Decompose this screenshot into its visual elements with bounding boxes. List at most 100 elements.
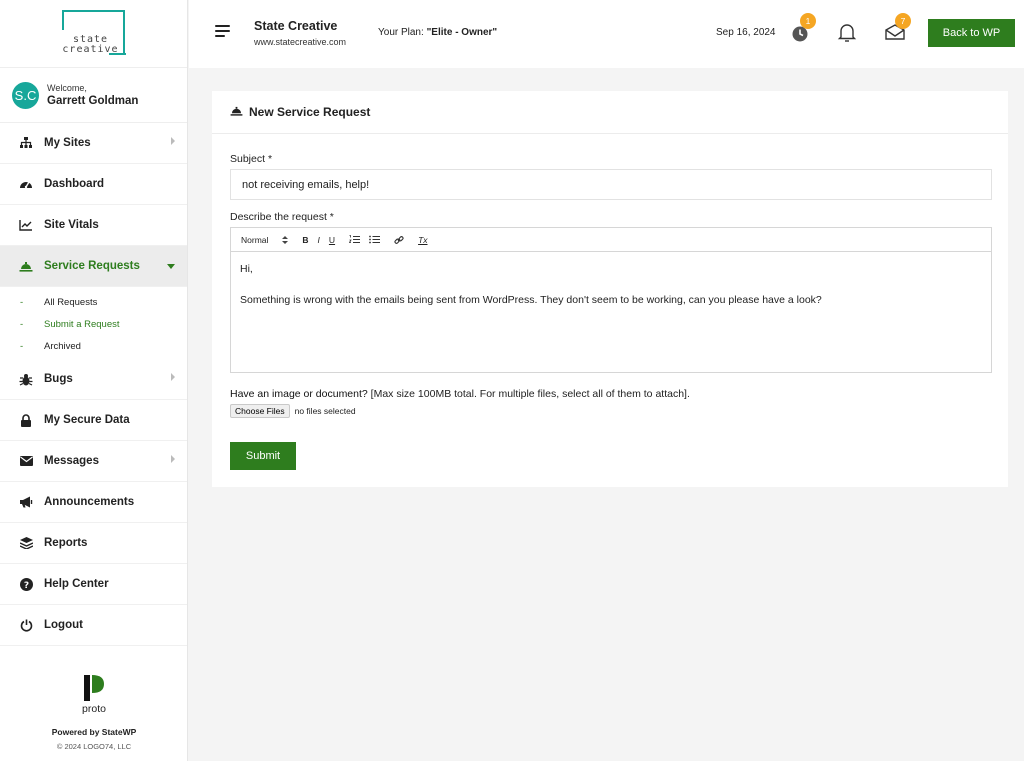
select-arrows-icon [282,235,289,244]
choose-files-button[interactable]: Choose Files [230,404,290,418]
sidebar-item-label: Bugs [44,373,73,385]
layers-icon [18,535,34,551]
sidebar-item-dashboard[interactable]: Dashboard [0,164,187,205]
sidebar-item-label: Logout [44,619,83,631]
service-requests-submenu: - All Requests - Submit a Request - Arch… [0,287,187,359]
concierge-bell-icon [230,105,243,119]
attachment-hint: [Max size 100MB total. For multiple file… [367,388,690,400]
plan-label: Your Plan: [378,27,427,38]
sidebar-item-announcements[interactable]: Announcements [0,482,187,523]
chevron-right-icon [171,137,175,145]
envelope-icon [18,453,34,469]
bell-notification-button[interactable] [835,20,859,44]
powered-by-text: Powered by StateWP [51,727,137,737]
link-button[interactable] [394,235,404,245]
sidebar-item-label: My Sites [44,137,91,149]
ordered-list-icon [349,235,361,243]
proto-logo-text: proto [82,703,106,715]
welcome-block: S.C Welcome, Garrett Goldman [0,68,187,123]
line-chart-icon [18,217,34,233]
sidebar-item-bugs[interactable]: Bugs [0,359,187,400]
power-icon [18,617,34,633]
editor-line: Something is wrong with the emails being… [240,293,822,306]
italic-button[interactable]: I [318,235,320,245]
editor-line: Hi, [240,263,253,275]
megaphone-icon [18,494,34,510]
lock-icon [18,412,34,428]
sidebar-item-messages[interactable]: Messages [0,441,187,482]
dashboard-gauge-icon [18,176,34,192]
attachment-label: Have an image or document? [Max size 100… [230,388,690,400]
card-title: New Service Request [249,105,371,119]
sidebar-item-service-requests[interactable]: Service Requests [0,246,187,287]
submenu-dash: - [20,340,24,352]
site-name: State Creative [254,19,338,33]
clear-format-button[interactable]: Tx [418,235,427,245]
concierge-bell-icon [18,258,34,274]
attachment-question: Have an image or document? [230,388,368,400]
editor-content[interactable]: Hi, Something is wrong with the emails b… [231,252,991,333]
sidebar-item-label: Announcements [44,496,135,508]
bell-icon [837,24,857,42]
format-select-value: Normal [241,234,269,245]
user-name: Garrett Goldman [47,95,139,107]
chevron-right-icon [171,373,175,381]
copyright-text: © 2024 LOGO74, LLC [56,742,132,751]
clock-notification-button[interactable]: 1 [789,13,816,44]
link-icon [394,235,404,244]
submenu-item-submit-request[interactable]: - Submit a Request [0,313,187,335]
avatar[interactable]: S.C [12,81,39,109]
bullet-list-button[interactable] [369,235,381,244]
sidebar-item-label: Messages [44,455,99,467]
welcome-text: Welcome, [47,83,87,93]
mail-notification-button[interactable]: 7 [883,13,911,44]
sidebar-item-label: Help Center [44,578,109,590]
bold-button[interactable]: B [302,235,308,245]
plan-info: Your Plan: "Elite - Owner" [378,27,497,38]
hamburger-menu-icon[interactable] [215,25,230,38]
submenu-item-label: All Requests [44,296,98,308]
rich-text-editor[interactable]: Normal B I U Tx Hi, Something is wrong w… [230,227,992,373]
sidebar: state creative S.C Welcome, Garrett Gold… [0,0,188,761]
card-header: New Service Request [212,91,1008,134]
state-creative-logo[interactable]: state creative [61,9,127,58]
sidebar-item-logout[interactable]: Logout [0,605,187,646]
editor-toolbar: Normal B I U Tx [231,228,991,252]
sidebar-item-my-sites[interactable]: My Sites [0,123,187,164]
proto-logo-icon[interactable] [82,675,106,701]
svg-text:?: ? [23,581,28,591]
submenu-item-label: Archived [44,340,81,352]
bug-icon [18,371,34,387]
top-header: State Creative www.statecreative.com You… [189,0,1024,68]
sitemap-icon [18,135,34,151]
sidebar-item-label: Dashboard [44,178,105,190]
sidebar-footer: proto Powered by StateWP © 2024 LOGO74, … [0,675,188,751]
bullet-list-icon [369,235,381,244]
underline-button[interactable]: U [329,235,335,245]
clock-badge: 1 [800,13,816,29]
chevron-down-icon [167,264,175,269]
new-service-request-card: New Service Request Subject * Describe t… [212,91,1008,487]
logo-area: state creative [0,0,187,68]
submenu-item-all-requests[interactable]: - All Requests [0,291,187,313]
ordered-list-button[interactable] [349,235,361,244]
sidebar-item-secure-data[interactable]: My Secure Data [0,400,187,441]
site-url[interactable]: www.statecreative.com [254,37,346,47]
chevron-right-icon [171,455,175,463]
subject-input[interactable] [230,169,992,200]
submit-button[interactable]: Submit [230,442,296,470]
back-to-wp-button[interactable]: Back to WP [928,19,1015,47]
sidebar-item-label: Reports [44,537,88,549]
format-select[interactable]: Normal [241,234,289,245]
sidebar-item-help-center[interactable]: ? Help Center [0,564,187,605]
mail-badge: 7 [895,13,911,29]
sidebar-item-label: Site Vitals [44,219,99,231]
submenu-item-label: Submit a Request [44,318,120,330]
submenu-item-archived[interactable]: - Archived [0,335,187,357]
file-status: no files selected [294,406,356,416]
sidebar-item-reports[interactable]: Reports [0,523,187,564]
subject-label: Subject * [230,153,273,165]
plan-value: "Elite - Owner" [426,27,498,38]
file-input: Choose Files no files selected [230,404,356,418]
sidebar-item-site-vitals[interactable]: Site Vitals [0,205,187,246]
